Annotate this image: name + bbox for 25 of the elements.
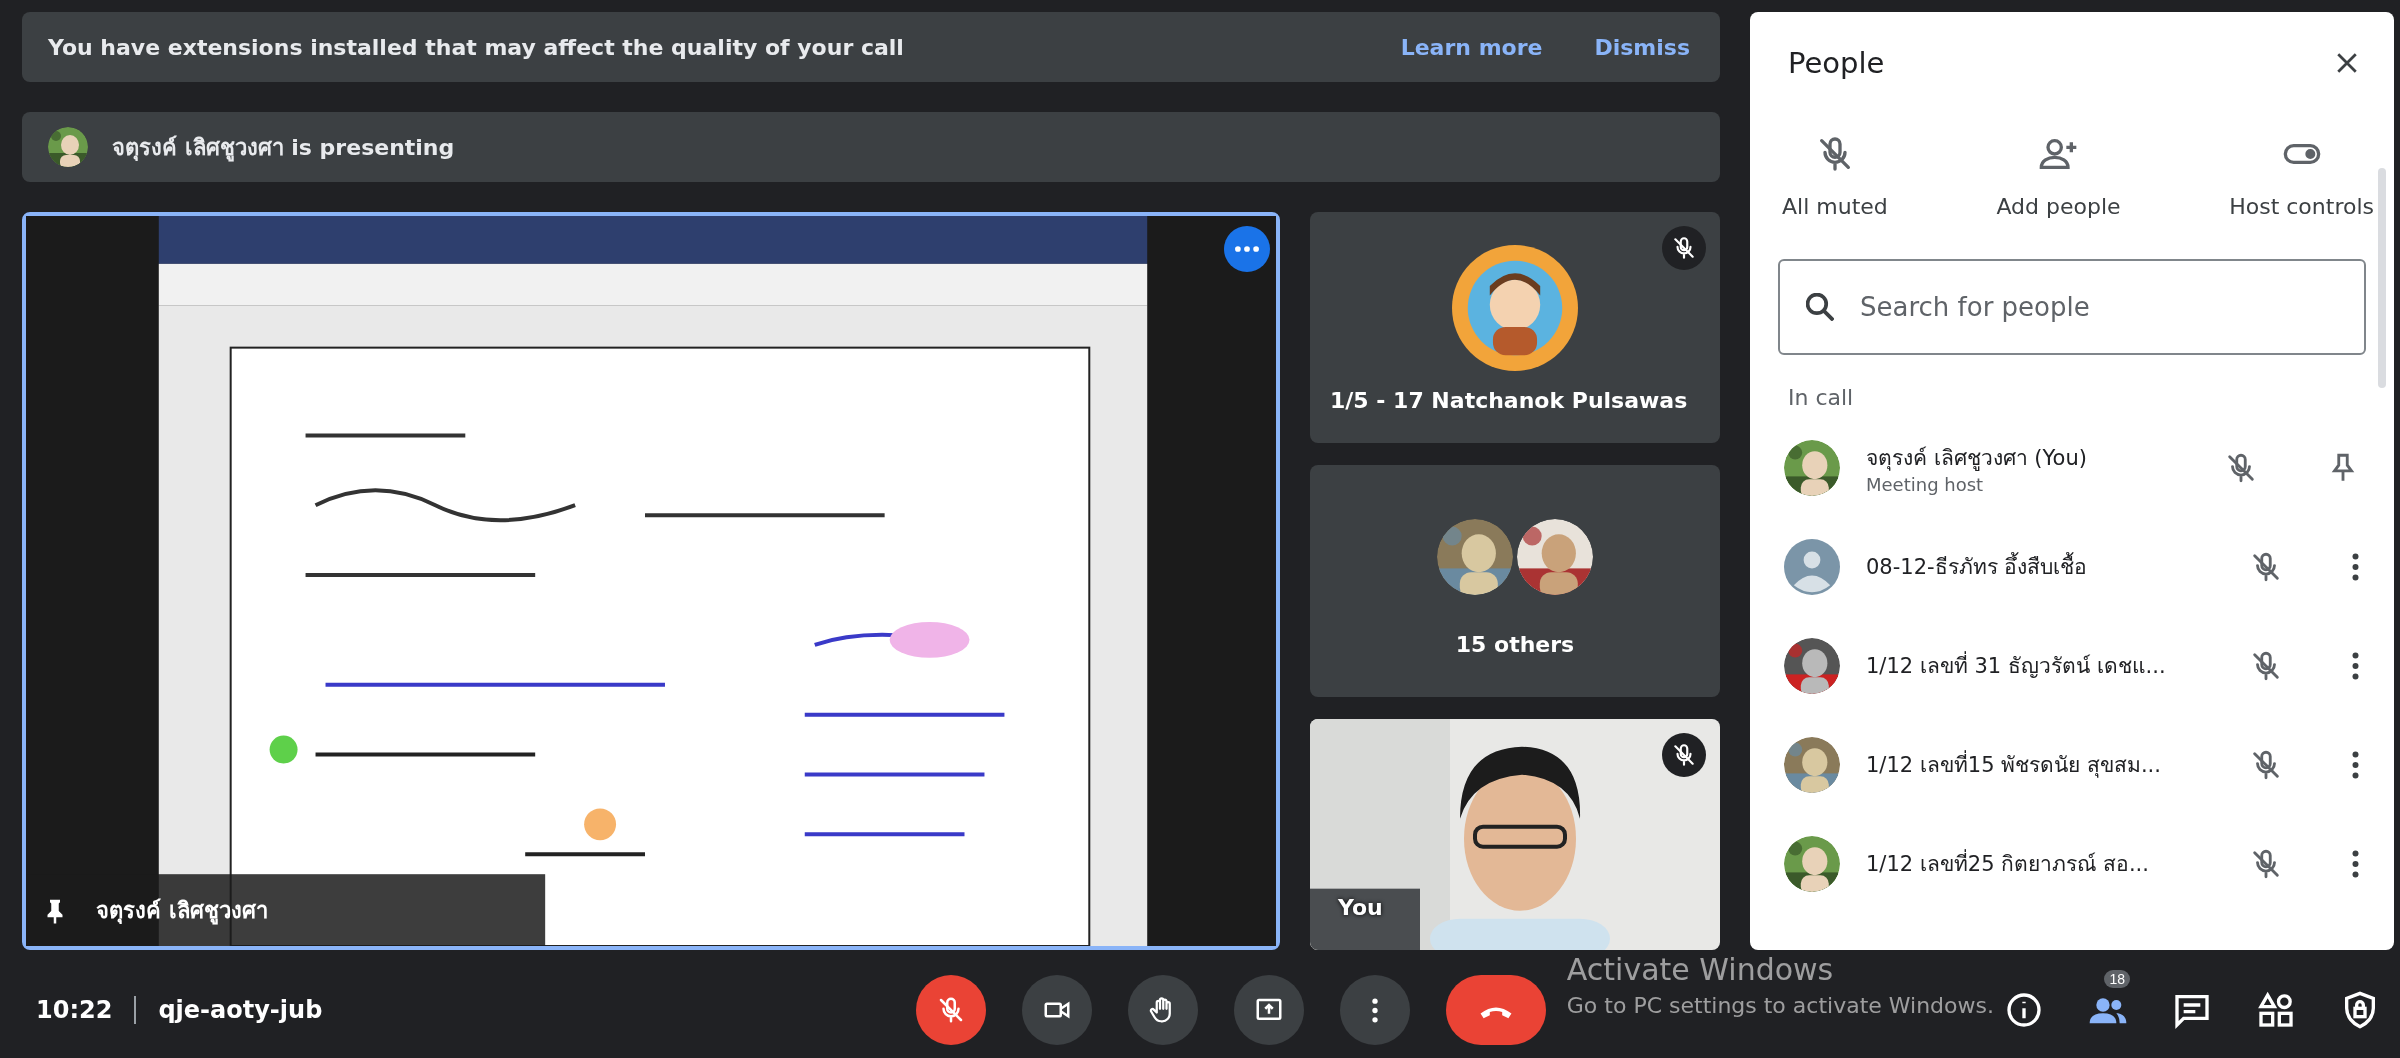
panel-action-button[interactable]: Add people: [1996, 134, 2121, 219]
banner-link[interactable]: Learn more: [1396, 28, 1547, 66]
clock-time: 10:22: [36, 996, 113, 1024]
participant-role: Meeting host: [1866, 473, 1985, 495]
participant-name: 08-12-ธีรภัทร อึ้งสืบเชื้อ: [1866, 550, 2223, 583]
participant-name: 1/12 เลขที่15 พัชรดนัย สุขสม...: [1866, 748, 2223, 781]
participant-name: 15 others: [1454, 631, 1576, 657]
presenter-name: จตุรงค์ เลิศชูวงศา: [96, 897, 268, 927]
panel-title: People: [1788, 46, 1885, 80]
panel-action-button[interactable]: Host controls: [2229, 134, 2374, 219]
banner-text: จตุรงค์ เลิศชูวงศา is presenting: [112, 133, 455, 164]
participant-name: 1/5 - 17 Natchanok Pulsawas: [1330, 388, 1688, 414]
banner-link[interactable]: Dismiss: [1590, 28, 1694, 66]
section-label: In call: [1787, 384, 1855, 412]
meeting-code: qje-aoty-jub: [158, 996, 323, 1024]
banner-text: You have extensions installed that may affect the quality of your call: [48, 34, 904, 60]
search-field[interactable]: Search for people: [1778, 259, 2366, 355]
participant-name: 1/12 เลขที่ 31 ธัญวรัตน์ เดชแ...: [1866, 649, 2223, 682]
participant-name: You: [1338, 895, 1383, 920]
participant-count: 18: [2104, 970, 2130, 988]
panel-action-button[interactable]: All muted: [1782, 134, 1888, 219]
activation-message: Go to PC settings to activate Windows.: [1566, 993, 1994, 1018]
participant-name: จตุรงค์ เลิศชูวงศา (You): [1866, 444, 2088, 473]
participant-name: 1/12 เลขที่25 กิตยาภรณ์ สอ...: [1866, 847, 2223, 880]
activation-title: Activate Windows: [1566, 952, 1835, 987]
